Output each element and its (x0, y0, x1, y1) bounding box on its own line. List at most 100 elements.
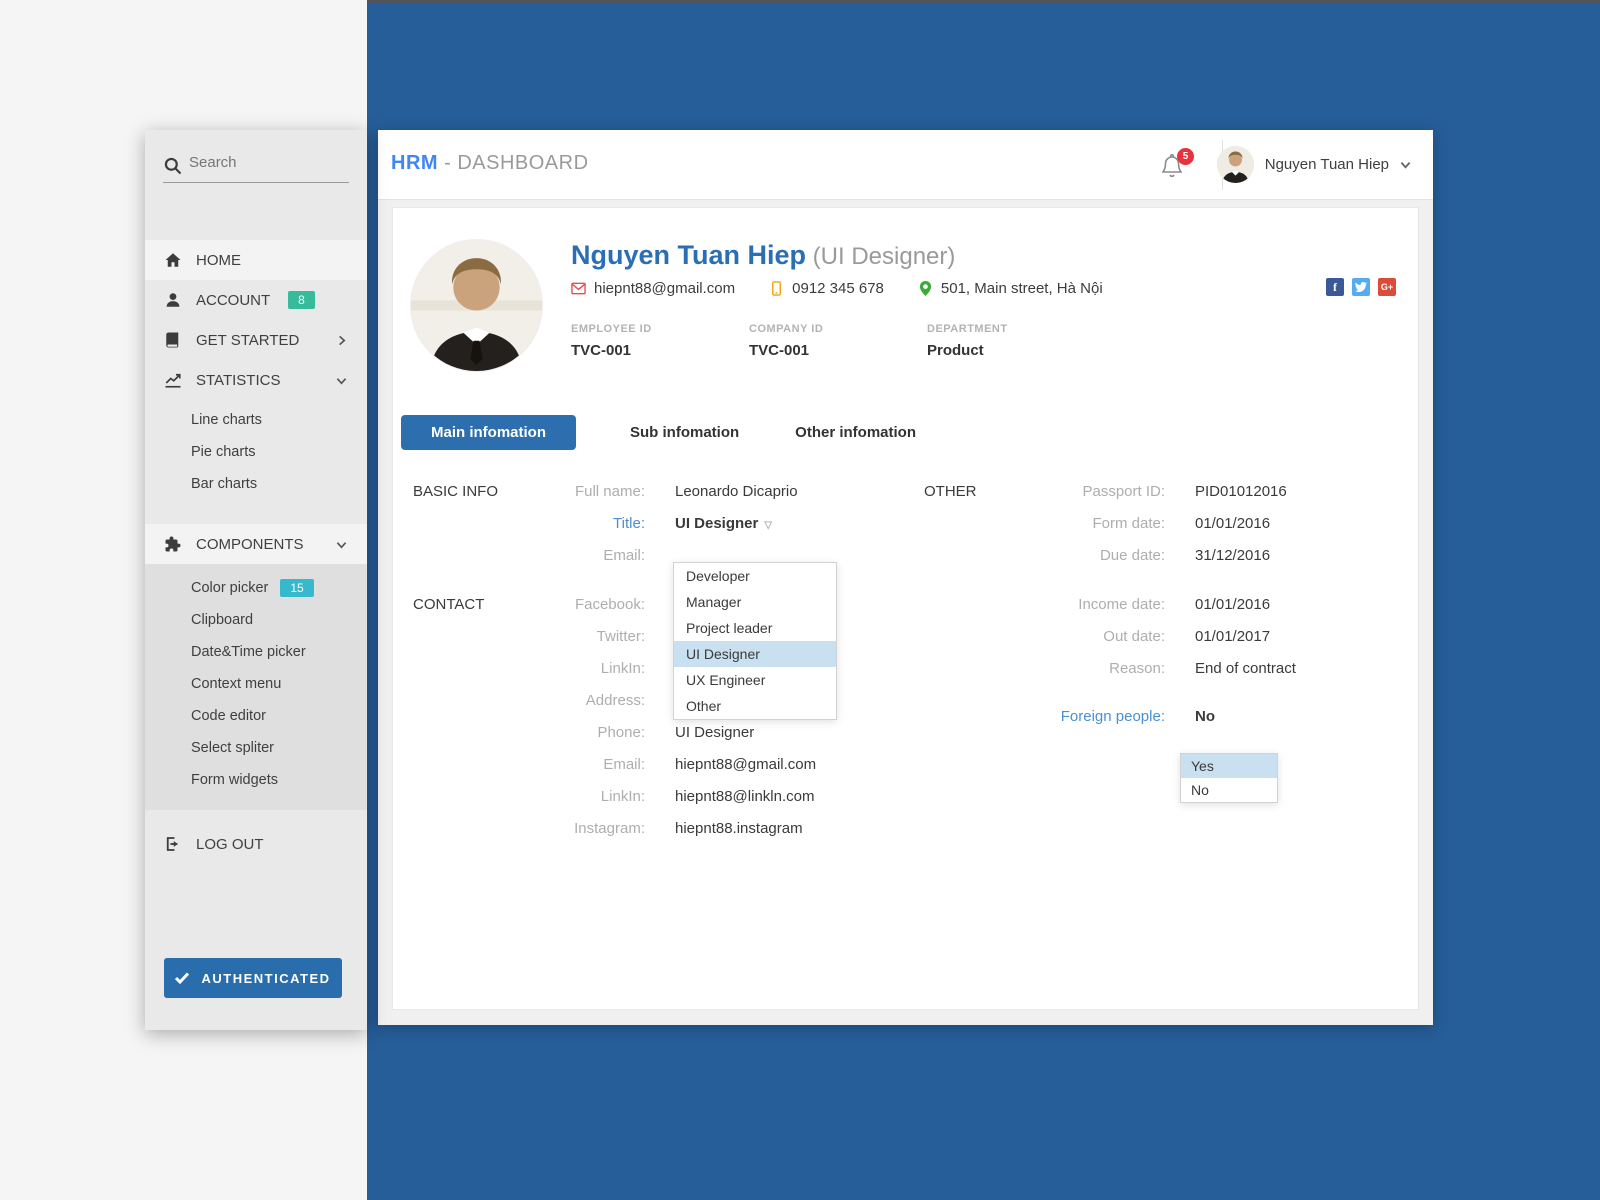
company-id-block: COMPANY ID TVC-001 (749, 323, 927, 359)
tab-main-infomation[interactable]: Main infomation (401, 415, 576, 450)
profile-photo (411, 240, 542, 371)
company-id-value: TVC-001 (749, 342, 927, 359)
field-email-basic: Email: (553, 547, 675, 564)
department-label: DEPARTMENT (927, 323, 1105, 335)
google-plus-icon[interactable]: G+ (1378, 278, 1396, 296)
sidebar-item-log-out[interactable]: LOG OUT (145, 824, 367, 864)
statistics-submenu: Line charts Pie charts Bar charts (145, 400, 367, 510)
facebook-icon[interactable]: f (1326, 278, 1344, 296)
check-icon (175, 972, 189, 984)
section-basic-info: BASIC INFO (413, 483, 498, 500)
tab-other-infomation[interactable]: Other infomation (773, 415, 938, 450)
foreign-people-dropdown: Yes No (1180, 753, 1278, 803)
user-icon (164, 291, 182, 309)
field-due-date: Due date:31/12/2016 (1053, 547, 1270, 564)
chevron-down-icon (336, 539, 347, 550)
search-underline (163, 182, 349, 183)
sidebar-item-line-charts[interactable]: Line charts (145, 404, 367, 436)
sidebar-item-label: STATISTICS (196, 372, 280, 389)
field-reason: Reason:End of contract (1053, 660, 1296, 677)
field-title: Title: UI Designer▽ (553, 515, 772, 532)
profile-role: (UI Designer) (806, 243, 955, 270)
sidebar-item-label: ACCOUNT (196, 292, 270, 309)
sidebar-item-get-started[interactable]: GET STARTED (145, 320, 367, 360)
profile-email: hiepnt88@gmail.com (571, 280, 735, 297)
chevron-right-icon (336, 335, 347, 346)
sidebar-item-context-menu[interactable]: Context menu (145, 668, 367, 700)
sidebar-item-datetime-picker[interactable]: Date&Time picker (145, 636, 367, 668)
map-pin-icon (918, 281, 933, 296)
sidebar-item-label: GET STARTED (196, 332, 299, 349)
top-bar: HRM - DASHBOARD 5 Nguyen Tuan Hiep (378, 130, 1433, 200)
foreign-option-yes[interactable]: Yes (1181, 754, 1277, 778)
authenticated-label: AUTHENTICATED (201, 971, 330, 986)
profile-address: 501, Main street, Hà Nội (918, 280, 1103, 297)
title-option-project-leader[interactable]: Project leader (674, 615, 836, 641)
sidebar-item-home[interactable]: HOME (145, 240, 367, 280)
employee-id-label: EMPLOYEE ID (571, 323, 749, 335)
profile-phone: 0912 345 678 (769, 280, 884, 297)
sidebar-item-statistics[interactable]: STATISTICS (145, 360, 367, 400)
sidebar-item-account[interactable]: ACCOUNT 8 (145, 280, 367, 320)
sidebar-item-color-picker[interactable]: Color picker 15 (145, 572, 367, 604)
field-twitter: Twitter: (553, 628, 675, 645)
sidebar: HOME ACCOUNT 8 GET STARTED STATISTICS Li… (145, 130, 367, 1030)
title-select[interactable]: UI Designer▽ (675, 515, 772, 532)
title-option-other[interactable]: Other (674, 693, 836, 719)
sidebar-item-pie-charts[interactable]: Pie charts (145, 436, 367, 468)
section-other: OTHER (924, 483, 977, 500)
sidebar-item-clipboard[interactable]: Clipboard (145, 604, 367, 636)
field-phone: Phone:UI Designer (553, 724, 754, 741)
page-title: HRM - DASHBOARD (391, 152, 589, 175)
field-linkin-2: LinkIn:hiepnt88@linkln.com (553, 788, 814, 805)
sidebar-item-components[interactable]: COMPONENTS (145, 524, 367, 564)
sidebar-item-select-spliter[interactable]: Select spliter (145, 732, 367, 764)
sidebar-item-label: HOME (196, 252, 241, 269)
sidebar-item-label: Color picker (191, 580, 268, 596)
sidebar-item-label: LOG OUT (196, 836, 264, 853)
foreign-people-select[interactable]: No (1195, 708, 1215, 725)
company-id-label: COMPANY ID (749, 323, 927, 335)
notification-badge: 5 (1177, 148, 1194, 165)
color-picker-badge: 15 (280, 579, 313, 597)
profile-card: Nguyen Tuan Hiep (UI Designer) hiepnt88@… (392, 207, 1419, 1010)
field-full-name: Full name: Leonardo Dicaprio (553, 483, 798, 500)
employee-id-block: EMPLOYEE ID TVC-001 (571, 323, 749, 359)
title-option-ux-engineer[interactable]: UX Engineer (674, 667, 836, 693)
title-option-developer[interactable]: Developer (674, 563, 836, 589)
title-option-ui-designer[interactable]: UI Designer (674, 641, 836, 667)
authenticated-button[interactable]: AUTHENTICATED (164, 958, 342, 998)
field-foreign-people: Foreign people: No (1053, 708, 1215, 725)
components-submenu: Color picker 15 Clipboard Date&Time pick… (145, 564, 367, 810)
field-form-date: Form date:01/01/2016 (1053, 515, 1270, 532)
profile-name: Nguyen Tuan Hiep (571, 240, 806, 270)
tab-bar: Main infomation Sub infomation Other inf… (401, 415, 938, 450)
chevron-down-icon (336, 375, 347, 386)
field-out-date: Out date:01/01/2017 (1053, 628, 1270, 645)
book-icon (164, 331, 182, 349)
department-block: DEPARTMENT Product (927, 323, 1105, 359)
line-chart-icon (164, 371, 182, 389)
home-icon (164, 251, 182, 269)
sidebar-search (145, 130, 367, 240)
foreign-option-no[interactable]: No (1181, 778, 1277, 802)
field-email-contact: Email:hiepnt88@gmail.com (553, 756, 816, 773)
search-input[interactable] (189, 154, 349, 171)
field-instagram: Instagram:hiepnt88.instagram (553, 820, 803, 837)
caret-down-icon: ▽ (764, 520, 772, 531)
tab-sub-infomation[interactable]: Sub infomation (608, 415, 761, 450)
page-title-rest: - DASHBOARD (438, 152, 588, 174)
sidebar-item-bar-charts[interactable]: Bar charts (145, 468, 367, 500)
twitter-icon[interactable] (1352, 278, 1370, 296)
sidebar-item-code-editor[interactable]: Code editor (145, 700, 367, 732)
title-option-manager[interactable]: Manager (674, 589, 836, 615)
logout-icon (164, 835, 182, 853)
brand-hrm: HRM (391, 152, 438, 174)
envelope-icon (571, 281, 586, 296)
notifications-button[interactable]: 5 (1160, 148, 1190, 182)
main-panel: HRM - DASHBOARD 5 Nguyen Tuan Hiep Nguye… (378, 130, 1433, 1025)
field-passport-id: Passport ID:PID01012016 (1053, 483, 1287, 500)
sidebar-item-form-widgets[interactable]: Form widgets (145, 764, 367, 796)
user-avatar (1217, 146, 1254, 183)
user-menu[interactable]: Nguyen Tuan Hiep (1217, 146, 1411, 183)
